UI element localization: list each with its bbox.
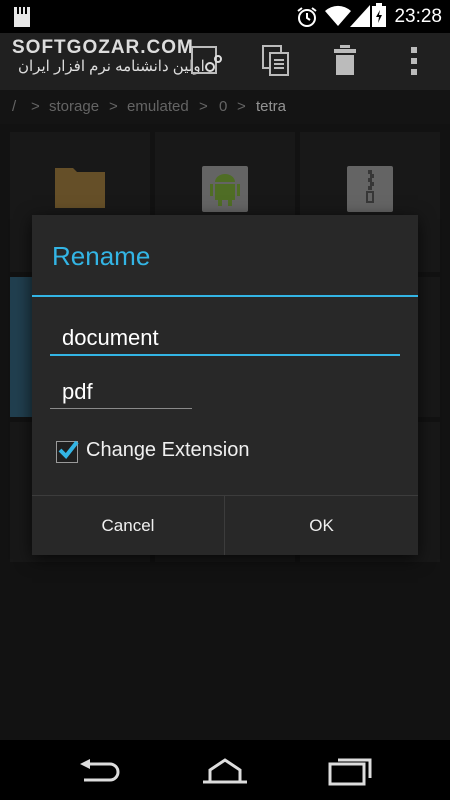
- cut-icon[interactable]: [190, 45, 222, 77]
- back-icon[interactable]: [78, 758, 122, 784]
- ok-button[interactable]: OK: [225, 496, 418, 555]
- signal-icon: [350, 5, 370, 27]
- home-icon[interactable]: [200, 756, 250, 784]
- clock: 23:28: [394, 6, 442, 27]
- overflow-menu-icon[interactable]: [410, 47, 418, 75]
- change-extension-checkbox[interactable]: [56, 440, 79, 463]
- status-bar: 23:28: [0, 0, 450, 33]
- watermark-subtitle: اولین دانشنامه نرم افزار ایران: [18, 58, 205, 75]
- wifi-icon: [325, 5, 351, 26]
- navigation-bar: [0, 740, 450, 800]
- action-bar: SOFTGOZAR.COM اولین دانشنامه نرم افزار ا…: [0, 33, 450, 90]
- filename-input[interactable]: document: [62, 325, 159, 351]
- delete-icon[interactable]: [334, 45, 356, 75]
- filename-input-underline: [50, 354, 400, 356]
- recents-icon[interactable]: [328, 756, 374, 786]
- sd-card-icon: [14, 7, 30, 27]
- watermark-brand: SOFTGOZAR.COM: [12, 37, 194, 58]
- dialog-title: Rename: [52, 241, 151, 271]
- battery-icon: [372, 3, 386, 27]
- title-divider: [32, 295, 418, 297]
- change-extension-label[interactable]: Change Extension: [86, 439, 249, 462]
- alarm-icon: [297, 7, 317, 27]
- extension-input[interactable]: pdf: [62, 379, 93, 405]
- extension-input-underline: [50, 408, 192, 409]
- cancel-button[interactable]: Cancel: [32, 496, 224, 555]
- checkmark-icon: [58, 440, 79, 460]
- rename-dialog: Rename document pdf Change Extension Can…: [32, 215, 418, 555]
- copy-icon[interactable]: [262, 45, 290, 77]
